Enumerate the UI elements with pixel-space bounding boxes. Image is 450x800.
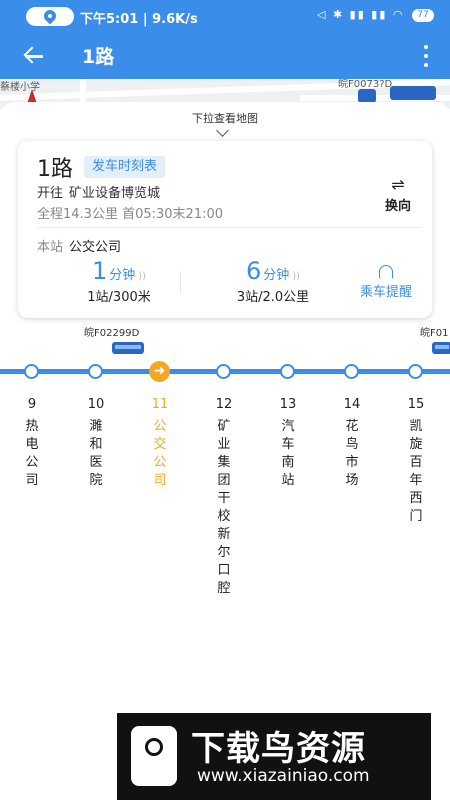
more-vertical-icon[interactable] <box>416 41 436 71</box>
stop-dot[interactable] <box>216 364 231 379</box>
battery-icon: 77 <box>412 8 434 22</box>
realtime-signal-icon: )) <box>292 271 301 282</box>
status-time: 下午5:01 | 9.6K/s <box>80 12 198 27</box>
back-arrow-icon[interactable] <box>18 39 52 73</box>
stop-index: 10 <box>87 397 105 412</box>
stop-item[interactable]: 12 矿业集团干校新尔口腔 <box>209 397 239 598</box>
route-info-card: 1路 发车时刻表 开往 矿业设备博览城 全程14.3公里 首05:30末21:00… <box>18 141 432 318</box>
pull-down-hint[interactable]: 下拉查看地图 <box>0 110 450 126</box>
eta-minutes: 1 <box>91 257 108 285</box>
stop-index: 12 <box>215 397 233 412</box>
stop-dot[interactable] <box>280 364 295 379</box>
stop-item[interactable]: 15 凯旋百年西门 <box>401 397 431 526</box>
bell-icon <box>379 265 393 279</box>
direction-prefix: 开往 <box>37 186 64 201</box>
eta-minutes: 6 <box>245 257 262 285</box>
divider <box>180 271 181 293</box>
stop-item[interactable]: 10 濉和医院 <box>81 397 111 490</box>
station-name: 公交公司 <box>69 240 122 255</box>
stop-dot[interactable] <box>344 364 359 379</box>
realtime-signal-icon: )) <box>138 271 147 282</box>
direction-line: 开往 矿业设备博览城 <box>37 182 160 201</box>
eta-next: 6 分钟)) 3站/2.0公里 <box>208 257 338 305</box>
watermark-banner: 下载鸟资源 www.xiazainiao.com <box>117 713 431 800</box>
stop-dot[interactable] <box>24 364 39 379</box>
swap-label: 换向 <box>384 199 411 214</box>
stop-item-current[interactable]: 11 公交公司 <box>145 397 175 490</box>
stop-item[interactable]: 13 汽车南站 <box>273 397 303 490</box>
status-icons: ◁ ✱ ▮▮ ▮▮ ◠ 77 <box>317 8 434 22</box>
watermark-url: www.xiazainiao.com <box>197 766 370 786</box>
eta-unit: 分钟 <box>263 268 290 283</box>
eta-unit: 分钟 <box>109 268 136 283</box>
current-station: 本站 公交公司 <box>37 236 121 255</box>
location-pin-icon <box>41 7 59 25</box>
destination: 矿业设备博览城 <box>69 186 161 201</box>
bus-icon[interactable] <box>112 342 144 354</box>
stop-item[interactable]: 9 热电公司 <box>17 397 47 490</box>
status-bar: 下午5:01 | 9.6K/s ◁ ✱ ▮▮ ▮▮ ◠ 77 <box>0 0 450 33</box>
stop-name: 汽车南站 <box>281 419 295 488</box>
bottom-sheet: 下拉查看地图 1路 发车时刻表 开往 矿业设备博览城 全程14.3公里 首05:3… <box>0 102 450 800</box>
signal-wifi-icons: ◁ ✱ ▮▮ ▮▮ ◠ <box>317 8 405 21</box>
chevron-down-icon[interactable] <box>216 124 229 137</box>
stop-dot[interactable] <box>408 364 423 379</box>
stop-index: 14 <box>343 397 361 412</box>
stop-name: 凯旋百年西门 <box>409 419 423 524</box>
divider <box>37 227 422 228</box>
stop-index: 13 <box>279 397 297 412</box>
stop-index: 9 <box>27 397 37 412</box>
route-name: 1路 <box>37 157 73 182</box>
stop-name: 濉和医院 <box>89 419 103 488</box>
watermark-title: 下载鸟资源 <box>191 729 366 769</box>
map-bus-icon <box>358 89 376 103</box>
page-title: 1路 <box>82 46 115 68</box>
route-summary: 全程14.3公里 首05:30末21:00 <box>37 207 224 222</box>
eta-detail: 3站/2.0公里 <box>236 290 310 305</box>
bus-icon[interactable] <box>432 342 450 354</box>
stop-index: 11 <box>151 397 169 412</box>
eta-nearest: 1 分钟)) 1站/300米 <box>54 257 184 305</box>
station-label: 本站 <box>37 240 64 255</box>
app-header: 1路 <box>0 33 450 79</box>
stop-name: 花鸟市场 <box>345 419 359 488</box>
stop-index: 15 <box>407 397 425 412</box>
current-stop-arrow-icon[interactable]: ➜ <box>149 361 170 382</box>
bird-logo-icon <box>131 726 177 786</box>
stop-name: 矿业集团干校新尔口腔 <box>217 419 231 596</box>
stop-name: 公交公司 <box>153 419 167 488</box>
map-bus-icon <box>390 86 436 100</box>
bus-plate: 皖F01 <box>420 328 449 339</box>
stop-item[interactable]: 14 花鸟市场 <box>337 397 367 490</box>
stop-dot[interactable] <box>88 364 103 379</box>
ride-reminder-button[interactable]: 乘车提醒 <box>348 265 424 300</box>
location-pill <box>26 7 74 26</box>
bus-plate: 皖F02299D <box>84 328 140 339</box>
swap-arrows-icon: ⇌ <box>391 175 405 194</box>
stop-name: 热电公司 <box>25 419 39 488</box>
eta-detail: 1站/300米 <box>87 290 151 305</box>
swap-direction-button[interactable]: ⇌ 换向 <box>376 175 420 219</box>
ride-reminder-label: 乘车提醒 <box>359 285 412 300</box>
timetable-button[interactable]: 发车时刻表 <box>84 156 166 178</box>
